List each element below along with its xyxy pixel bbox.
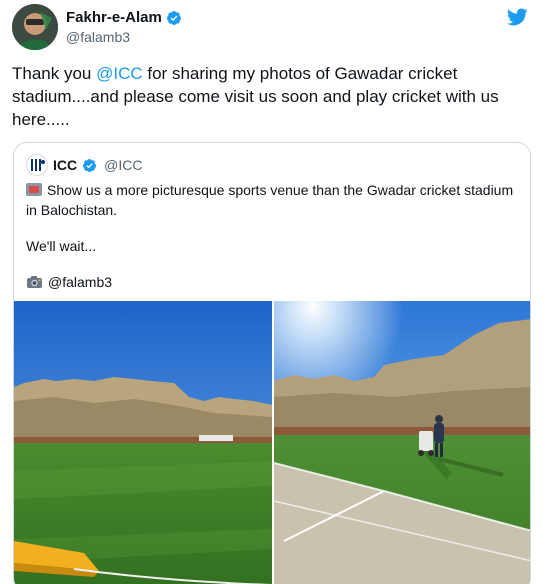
quoted-tweet[interactable]: ICC @ICC Show us a more picturesque spor… — [13, 142, 531, 584]
quoted-tweet-text: Show us a more picturesque sports venue … — [26, 180, 520, 292]
author-handle[interactable]: @falamb3 — [66, 29, 130, 45]
stadium-photo-left[interactable] — [14, 301, 272, 584]
author-name-row[interactable]: Fakhr-e-Alam — [66, 9, 182, 26]
twitter-bird-icon[interactable] — [505, 6, 529, 28]
quoted-line-2: We'll wait... — [26, 238, 97, 254]
quoted-line-1: Show us a more picturesque sports venue … — [26, 180, 520, 220]
quoted-mention[interactable]: @falamb3 — [48, 274, 112, 290]
quoted-author-name[interactable]: ICC — [53, 157, 77, 173]
author-name[interactable]: Fakhr-e-Alam — [66, 9, 162, 26]
quoted-photos — [14, 301, 530, 584]
quoted-line-3: @falamb3 — [26, 272, 520, 292]
verified-badge-icon — [166, 10, 181, 25]
tweet-text: Thank you @ICC for sharing my photos of … — [12, 62, 537, 131]
stadium-emoji-icon — [26, 183, 42, 196]
camera-emoji-icon — [27, 276, 42, 288]
author-avatar[interactable] — [12, 4, 58, 50]
mention-link[interactable]: @ICC — [96, 64, 143, 83]
quoted-line-1-text: Show us a more picturesque sports venue … — [26, 182, 514, 218]
tweet-card[interactable]: Fakhr-e-Alam @falamb3 Thank you @ICC for… — [0, 0, 547, 584]
quoted-tweet-header: ICC @ICC — [26, 154, 142, 176]
verified-badge-icon — [83, 158, 97, 172]
stadium-photo-right[interactable] — [274, 301, 530, 584]
tweet-text-start: Thank you — [12, 64, 97, 83]
icc-avatar[interactable] — [26, 154, 48, 176]
quoted-author-handle[interactable]: @ICC — [104, 157, 142, 173]
